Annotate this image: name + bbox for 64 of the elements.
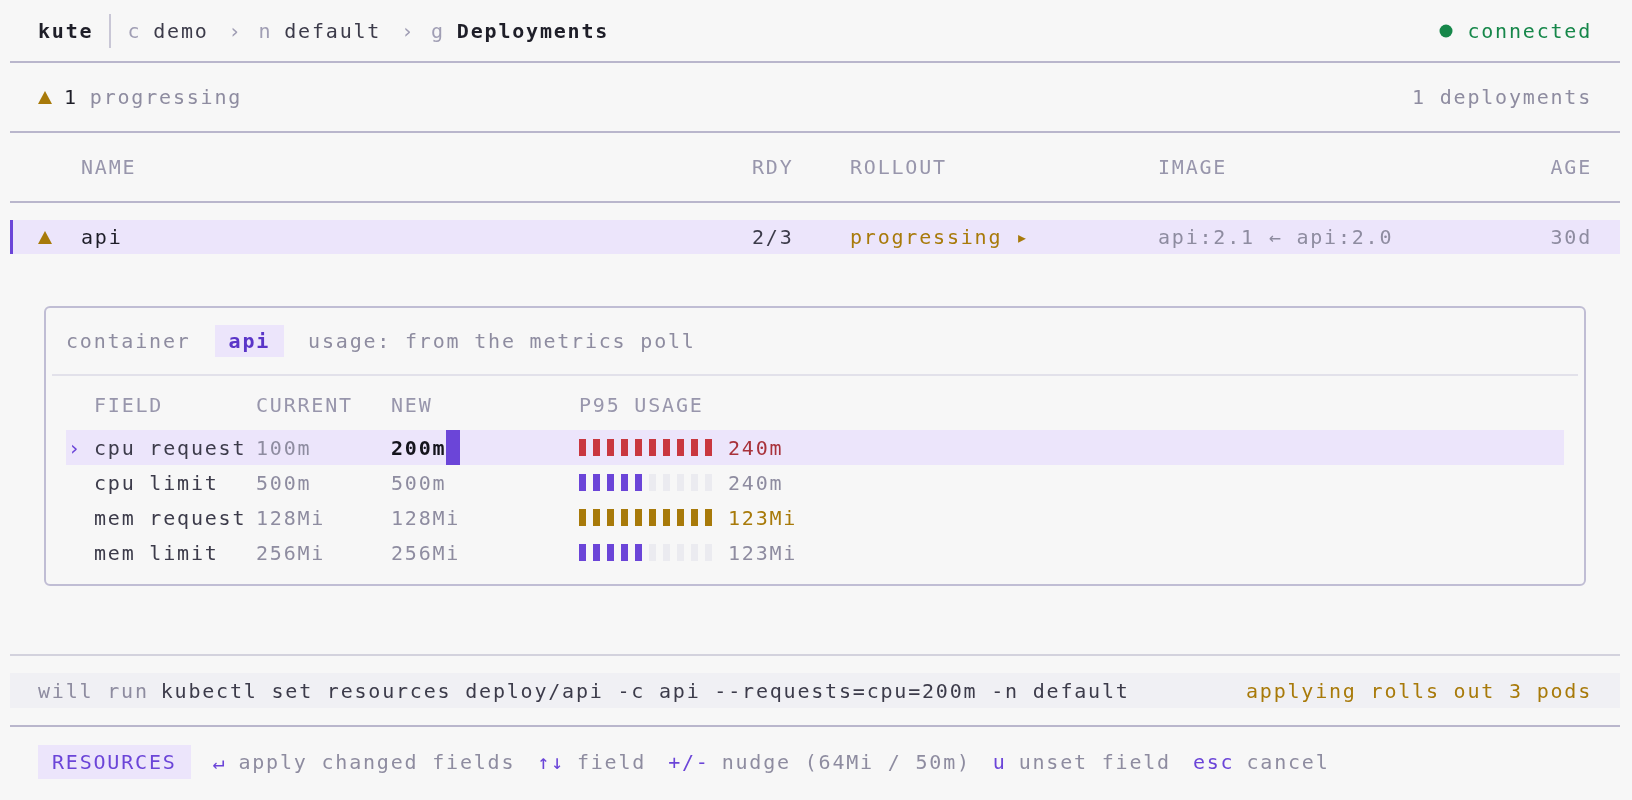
progressing-count: 1 (64, 85, 78, 109)
shortcut-key: ↑↓ (537, 750, 565, 774)
column-header: NAME (81, 155, 138, 179)
breadcrumb-prefix: g (431, 18, 445, 43)
field-row[interactable]: mem limit 256Mi 256Mi 123Mi (66, 535, 1564, 570)
table-cell-text: progressing ▸ (850, 225, 1031, 249)
breadcrumb-item[interactable]: demo (153, 18, 209, 43)
usage-note: usage: from the metrics poll (308, 329, 696, 353)
column-header: NEW (391, 393, 434, 417)
app-name: kute (38, 18, 94, 43)
selection-pointer: › (68, 435, 82, 460)
connection-status: connected (1467, 18, 1592, 43)
field-row[interactable]: mem request 128Mi 128Mi 123Mi (66, 500, 1564, 535)
command-label: will run (38, 678, 149, 703)
deployment-count: 1 deployments (1412, 85, 1592, 109)
field-name: cpu request (94, 435, 248, 460)
deployment-row[interactable]: api 2/3 progressing ▸ api:2.1 ← api:2.0 30d (10, 220, 1620, 254)
field-name: mem request (94, 505, 248, 530)
breadcrumb-prefix: n (258, 18, 273, 43)
container-tag[interactable]: api (214, 325, 285, 357)
shortcut-key: +/- (668, 750, 710, 774)
container-label: container (66, 329, 191, 353)
shortcut-key: ↵ (212, 750, 227, 774)
column-header: RDY (752, 155, 795, 179)
table-cell-text: api (81, 225, 124, 249)
text-cursor (446, 430, 461, 465)
column-header: IMAGE (1158, 155, 1229, 179)
usage-reading: 123Mi (728, 540, 798, 565)
table-cell: 30d (1550, 225, 1592, 249)
column-header: ROLLOUT (850, 155, 948, 179)
current-value: 128Mi (256, 505, 327, 530)
breadcrumb-separator: › (401, 18, 415, 43)
shortcut-label: unset field (1018, 750, 1171, 774)
breadcrumb-item[interactable]: Deployments (456, 18, 610, 43)
field-name: mem limit (94, 540, 220, 565)
table-cell-text: api:2.1 ← api:2.0 (1158, 225, 1395, 249)
breadcrumb-separator: › (228, 18, 243, 43)
current-value: 256Mi (256, 540, 327, 565)
field-row[interactable]: cpu limit 500m 500m 240m (66, 465, 1564, 500)
column-header: P95 USAGE (579, 393, 705, 417)
breadcrumb-item[interactable]: default (284, 18, 382, 43)
shortcut-label: nudge (64Mi / 50m) (721, 750, 971, 774)
usage-reading: 240m (728, 470, 784, 495)
column-header: CURRENT (256, 393, 354, 417)
rollout-warning: applying rolls out 3 pods (1245, 678, 1592, 703)
field-row[interactable]: › cpu request 100m 200m 240m (66, 430, 1564, 465)
column-header: FIELD (94, 393, 165, 417)
table-cell-text: 2/3 (752, 225, 795, 249)
column-header: AGE (1550, 155, 1592, 179)
shortcut-label: field (576, 750, 647, 774)
new-value-field[interactable]: 200m (391, 435, 447, 460)
breadcrumb-prefix: c (127, 18, 142, 43)
current-value: 100m (256, 435, 313, 460)
usage-reading: 240m (728, 435, 784, 460)
shortcut-key: esc (1192, 750, 1235, 774)
current-value: 500m (256, 470, 313, 495)
shortcut-label: cancel (1246, 750, 1330, 774)
usage-reading: 123Mi (728, 505, 798, 530)
progressing-label: progressing (89, 85, 243, 109)
shortcut-key: u (992, 750, 1007, 774)
mode-badge: RESOURCES (38, 745, 191, 779)
field-name: cpu limit (94, 470, 220, 495)
shortcut-label: apply changed fields (238, 750, 516, 774)
command-text: kubectl set resources deploy/api -c api --requests=cpu=200m -n default (160, 678, 1130, 703)
